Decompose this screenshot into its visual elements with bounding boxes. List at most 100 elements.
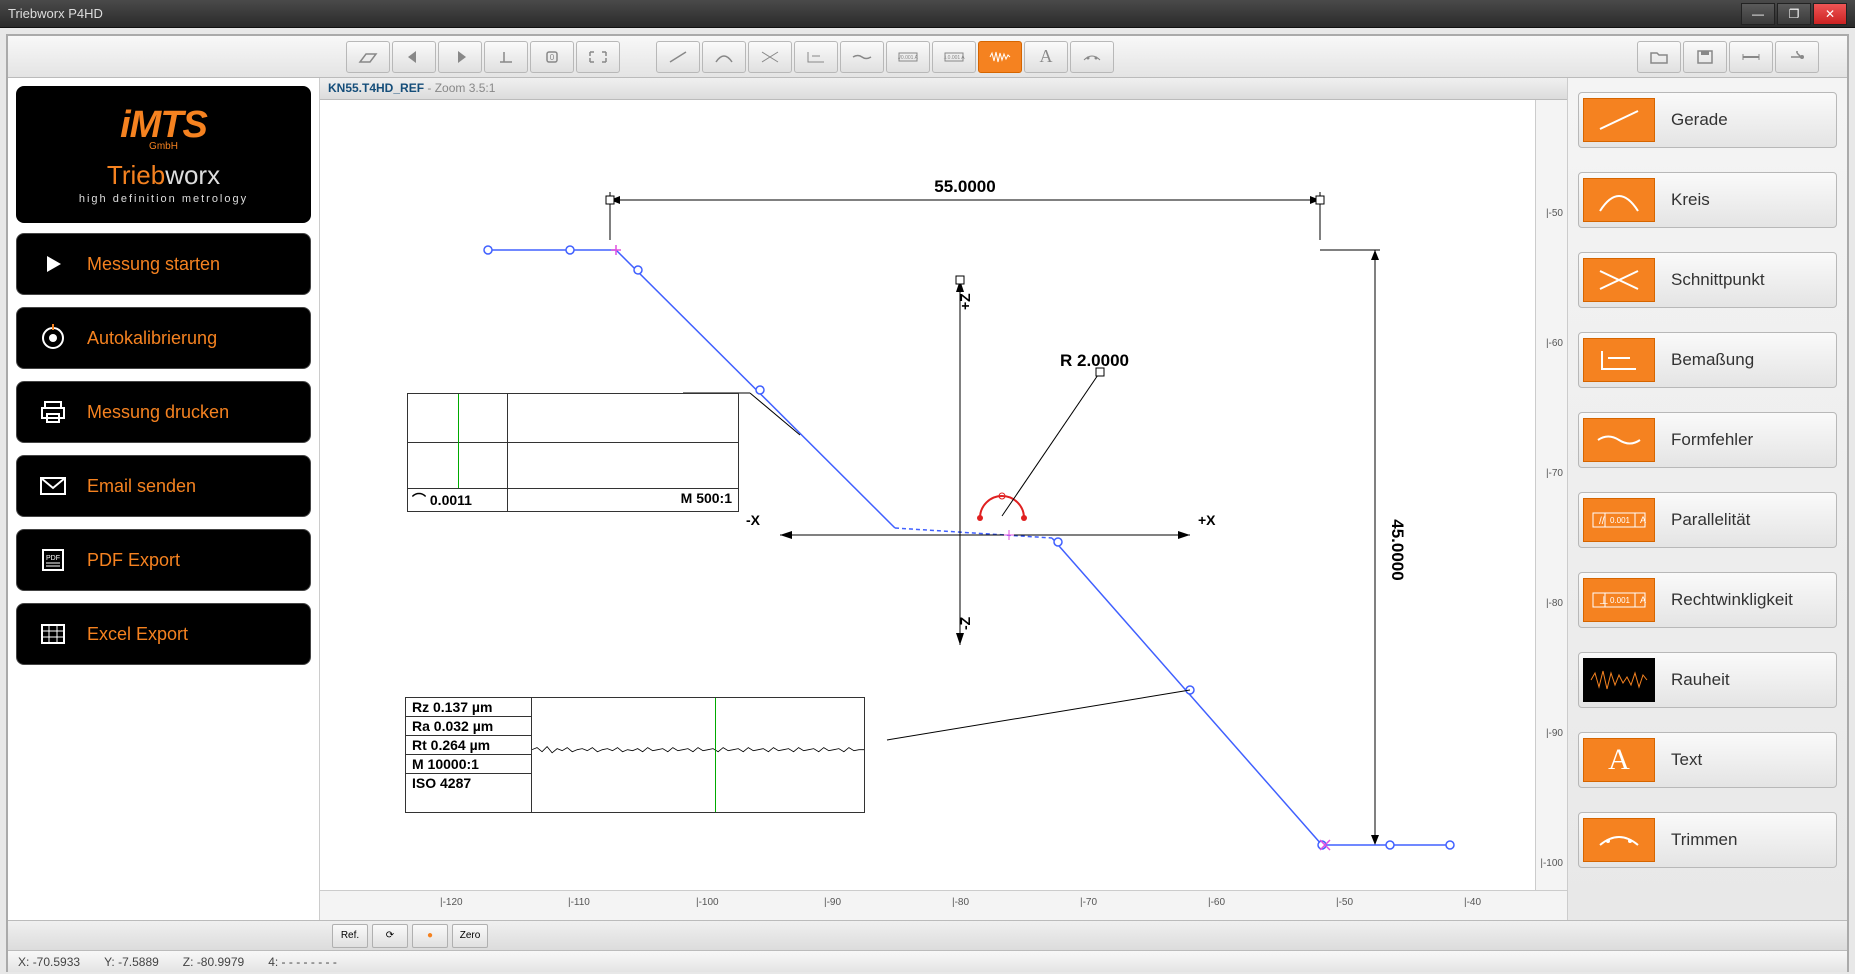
svg-text:+X: +X bbox=[1198, 512, 1216, 528]
excel-icon bbox=[35, 616, 71, 652]
tool-gerade[interactable]: Gerade bbox=[1578, 92, 1837, 148]
save-button[interactable] bbox=[1683, 41, 1727, 73]
formerror-tool[interactable] bbox=[840, 41, 884, 73]
sidebar-left: iMTS GmbH Triebworx high definition metr… bbox=[8, 78, 320, 920]
trim-tool[interactable] bbox=[1070, 41, 1114, 73]
tool-bemassung[interactable]: Bemaßung bbox=[1578, 332, 1837, 388]
line-icon bbox=[1583, 98, 1655, 142]
parallel-tool[interactable]: //0.001 A bbox=[886, 41, 930, 73]
app-frame: 0 //0.001 A ⊥0.001 A A iMTS GmbH bbox=[6, 34, 1849, 972]
perpend-icon: ⊥0.001 A bbox=[1583, 578, 1655, 622]
trim-icon bbox=[1583, 818, 1655, 862]
vertical-ruler: |-50 |-60 |-70 |-80 |-90 |-100 bbox=[1535, 100, 1567, 890]
canvas-header: KN55.T4HD_REF - Zoom 3.5:1 bbox=[320, 78, 1567, 100]
status-4: - - - - - - - - bbox=[282, 955, 337, 969]
titlebar: Triebworx P4HD — ❐ ✕ bbox=[0, 0, 1855, 28]
svg-text:⊥: ⊥ bbox=[1599, 595, 1609, 607]
printer-icon bbox=[35, 394, 71, 430]
tool-parallelitaet[interactable]: //0.001AParallelität bbox=[1578, 492, 1837, 548]
start-measurement-button[interactable]: Messung starten bbox=[16, 233, 311, 295]
svg-text:+Z: +Z bbox=[957, 293, 973, 310]
minimize-button[interactable]: — bbox=[1741, 3, 1775, 25]
tool-schnittpunkt[interactable]: Schnittpunkt bbox=[1578, 252, 1837, 308]
tool-kreis[interactable]: Kreis bbox=[1578, 172, 1837, 228]
svg-text:⊥0.001 A: ⊥0.001 A bbox=[943, 55, 965, 61]
tool-rechtwinkligkeit[interactable]: ⊥0.001ARechtwinkligkeit bbox=[1578, 572, 1837, 628]
svg-text:0.001: 0.001 bbox=[1610, 596, 1631, 605]
svg-text:A: A bbox=[1640, 595, 1646, 605]
logo-panel: iMTS GmbH Triebworx high definition metr… bbox=[16, 86, 311, 223]
canvas-zoom: Zoom 3.5:1 bbox=[435, 81, 496, 95]
dimension-icon bbox=[1583, 338, 1655, 382]
dim-vertical: 45.0000 bbox=[1388, 519, 1407, 580]
refresh-button[interactable]: ⟳ bbox=[372, 924, 408, 948]
svg-text://0.001 A: //0.001 A bbox=[898, 55, 918, 61]
open-button[interactable] bbox=[1637, 41, 1681, 73]
dimension-tool[interactable] bbox=[794, 41, 838, 73]
pdf-export-button[interactable]: PDF PDF Export bbox=[16, 529, 311, 591]
roughness-icon bbox=[1583, 658, 1655, 702]
email-send-button[interactable]: Email senden bbox=[16, 455, 311, 517]
print-measurement-button[interactable]: Messung drucken bbox=[16, 381, 311, 443]
radius-label: R 2.0000 bbox=[1060, 351, 1129, 370]
canvas-filename: KN55.T4HD_REF bbox=[328, 81, 424, 95]
tool-formfehler[interactable]: Formfehler bbox=[1578, 412, 1837, 468]
intersect-icon bbox=[1583, 258, 1655, 302]
bottom-toolbar: Ref. ⟳ ● Zero bbox=[8, 920, 1847, 950]
line-tool[interactable] bbox=[656, 41, 700, 73]
top-toolbar: 0 //0.001 A ⊥0.001 A A bbox=[8, 36, 1847, 78]
status-x: -70.5933 bbox=[33, 955, 80, 969]
close-button[interactable]: ✕ bbox=[1813, 3, 1847, 25]
measure-button[interactable] bbox=[1729, 41, 1773, 73]
formfehler-box: ⌒ 0.0011 M 500:1 bbox=[407, 393, 739, 512]
svg-text:-Z: -Z bbox=[957, 616, 973, 630]
roughness-tool[interactable] bbox=[978, 41, 1022, 73]
perpend-tool[interactable]: ⊥0.001 A bbox=[932, 41, 976, 73]
text-icon: A bbox=[1583, 738, 1655, 782]
tool-trimmen[interactable]: Trimmen bbox=[1578, 812, 1837, 868]
svg-text:-X: -X bbox=[746, 512, 761, 528]
svg-text:A: A bbox=[1640, 515, 1646, 525]
status-y: -7.5889 bbox=[118, 955, 159, 969]
window-title: Triebworx P4HD bbox=[8, 6, 1739, 21]
tool-rauheit[interactable]: Rauheit bbox=[1578, 652, 1837, 708]
dim-horizontal: 55.0000 bbox=[934, 177, 995, 196]
excel-export-button[interactable]: Excel Export bbox=[16, 603, 311, 665]
formerror-icon bbox=[1583, 418, 1655, 462]
ref-button[interactable]: Ref. bbox=[332, 924, 368, 948]
svg-text:PDF: PDF bbox=[46, 555, 60, 562]
intersect-tool[interactable] bbox=[748, 41, 792, 73]
logo-triebworx: Triebworx bbox=[34, 160, 293, 191]
maximize-button[interactable]: ❐ bbox=[1777, 3, 1811, 25]
canvas-area: KN55.T4HD_REF - Zoom 3.5:1 55.0000 bbox=[320, 78, 1567, 920]
svg-text://: // bbox=[1599, 516, 1605, 527]
perpendicular-button[interactable] bbox=[484, 41, 528, 73]
erase-button[interactable] bbox=[346, 41, 390, 73]
play-icon bbox=[35, 246, 71, 282]
roughness-box: Rz 0.137 µm Ra 0.032 µm Rt 0.264 µm M 10… bbox=[405, 697, 865, 813]
tool-text[interactable]: AText bbox=[1578, 732, 1837, 788]
pdf-icon: PDF bbox=[35, 542, 71, 578]
settings-button[interactable] bbox=[1775, 41, 1819, 73]
sidebar-right: Gerade Kreis Schnittpunkt Bemaßung Formf… bbox=[1567, 78, 1847, 920]
fit-button[interactable] bbox=[576, 41, 620, 73]
back-button[interactable] bbox=[392, 41, 436, 73]
logo-gmbh: GmbH bbox=[34, 141, 293, 152]
statusbar: X: -70.5933 Y: -7.5889 Z: -80.9979 4: - … bbox=[8, 950, 1847, 972]
zero-btm-button[interactable]: Zero bbox=[452, 924, 488, 948]
forward-button[interactable] bbox=[438, 41, 482, 73]
status-z: -80.9979 bbox=[197, 955, 244, 969]
logo-subtitle: high definition metrology bbox=[34, 193, 293, 205]
circle-icon bbox=[35, 320, 71, 356]
canvas-viewport[interactable]: 55.0000 45.0000 bbox=[320, 100, 1567, 890]
autocalibration-button[interactable]: Autokalibrierung bbox=[16, 307, 311, 369]
arc-icon bbox=[1583, 178, 1655, 222]
svg-text:0.001: 0.001 bbox=[1610, 516, 1631, 525]
probe-button[interactable]: ● bbox=[412, 924, 448, 948]
svg-text:0: 0 bbox=[550, 53, 555, 62]
parallel-icon: // 0.001 A bbox=[1583, 498, 1655, 542]
horizontal-ruler: |-120 |-110 |-100 |-90 |-80 |-70 |-60 |-… bbox=[320, 890, 1567, 920]
arc-tool[interactable] bbox=[702, 41, 746, 73]
text-tool[interactable]: A bbox=[1024, 41, 1068, 73]
zero-button[interactable]: 0 bbox=[530, 41, 574, 73]
